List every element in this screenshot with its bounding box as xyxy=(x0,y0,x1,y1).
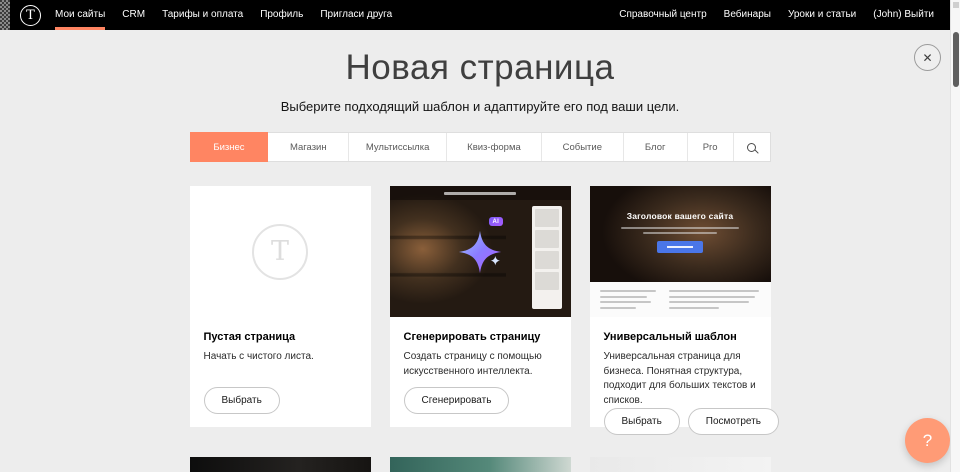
template-preview-universal: Заголовок вашего сайта xyxy=(590,186,771,317)
topbar-item-webinars[interactable]: Вебинары xyxy=(724,0,771,30)
topbar: T Мои сайты CRM Тарифы и оплата Профиль … xyxy=(0,0,950,30)
ai-badge: AI xyxy=(489,217,503,226)
template-preview xyxy=(590,457,771,472)
select-button[interactable]: Выбрать xyxy=(604,408,680,435)
template-category-tabs: Бизнес Магазин Мультиссылка Квиз-форма С… xyxy=(190,132,771,162)
preview-header-strip xyxy=(390,186,571,200)
tab-shop[interactable]: Магазин xyxy=(268,133,349,161)
topbar-item-tariffs[interactable]: Тарифы и оплата xyxy=(162,0,243,30)
template-preview xyxy=(190,457,371,472)
template-card-blank[interactable]: T Пустая страница Начать с чистого листа… xyxy=(190,186,371,427)
scrollbar[interactable] xyxy=(950,0,960,472)
preview-hero-section: Заголовок вашего сайта xyxy=(590,186,771,282)
decor-text-line xyxy=(621,227,739,229)
tilda-watermark-letter: T xyxy=(271,236,289,267)
scrollbar-up-arrow[interactable] xyxy=(953,2,959,8)
panel-row xyxy=(535,230,559,248)
template-card-row2-3[interactable] xyxy=(590,457,771,472)
card-title: Пустая страница xyxy=(204,331,357,343)
template-card-ai-generate[interactable]: AI Сгенерировать страницу Создать страни… xyxy=(390,186,571,427)
topbar-left-menu: T Мои сайты CRM Тарифы и оплата Профиль … xyxy=(20,0,409,30)
template-card-universal[interactable]: Заголовок вашего сайта xyxy=(590,186,771,427)
tab-quiz-form[interactable]: Квиз-форма xyxy=(447,133,542,161)
panel-row xyxy=(535,209,559,227)
tab-multilink[interactable]: Мультиссылка xyxy=(349,133,447,161)
card-title: Сгенерировать страницу xyxy=(404,331,557,343)
template-card-row2-1[interactable] xyxy=(190,457,371,472)
decor-text-line xyxy=(600,296,648,298)
scrollbar-thumb[interactable] xyxy=(953,32,959,87)
tab-search[interactable] xyxy=(734,133,770,161)
template-preview-blank: T xyxy=(190,186,371,317)
tab-pro[interactable]: Pro xyxy=(688,133,734,161)
preview-text-section xyxy=(590,282,771,317)
template-preview xyxy=(390,457,571,472)
card-description: Начать с чистого листа. xyxy=(204,350,357,365)
tab-event[interactable]: Событие xyxy=(542,133,624,161)
close-button[interactable]: ✕ xyxy=(914,44,941,71)
topbar-item-invite-friend[interactable]: Пригласи друга xyxy=(320,0,392,30)
decor-text-line xyxy=(600,307,637,309)
decor-text-line xyxy=(643,232,717,234)
tilda-watermark-icon: T xyxy=(252,224,308,280)
decor-text-line xyxy=(669,307,720,309)
tilda-logo-icon[interactable]: T xyxy=(20,5,41,26)
topbar-item-my-sites[interactable]: Мои сайты xyxy=(55,0,105,30)
decor-text-line xyxy=(600,290,656,292)
panel-row xyxy=(535,272,559,290)
card-title: Универсальный шаблон xyxy=(604,331,757,343)
preview-side-panel xyxy=(532,206,562,309)
decor-text-line xyxy=(669,301,750,303)
topbar-item-help-center[interactable]: Справочный центр xyxy=(619,0,706,30)
generate-button[interactable]: Сгенерировать xyxy=(404,387,510,414)
topbar-item-logout[interactable]: (John) Выйти xyxy=(873,0,934,30)
template-preview-ai: AI xyxy=(390,186,571,317)
help-button[interactable]: ? xyxy=(905,418,950,463)
card-description: Универсальная страница для бизнеса. Поня… xyxy=(604,350,757,408)
decor-text-line xyxy=(669,290,759,292)
preview-hero-title: Заголовок вашего сайта xyxy=(627,211,734,221)
page-title: Новая страница xyxy=(0,48,960,88)
topbar-right-menu: Справочный центр Вебинары Уроки и статьи… xyxy=(602,0,934,30)
close-icon: ✕ xyxy=(922,52,932,64)
search-icon xyxy=(747,143,756,152)
template-card-row2-2[interactable] xyxy=(390,457,571,472)
page-subtitle: Выберите подходящий шаблон и адаптируйте… xyxy=(0,99,960,114)
tab-business[interactable]: Бизнес xyxy=(190,132,269,162)
decor-text-line xyxy=(600,301,652,303)
card-description: Создать страницу с помощью искусственног… xyxy=(404,350,557,379)
decor-text-line xyxy=(669,296,755,298)
topbar-item-profile[interactable]: Профиль xyxy=(260,0,303,30)
select-button[interactable]: Выбрать xyxy=(204,387,280,414)
decor-text-line xyxy=(444,192,516,195)
topbar-item-crm[interactable]: CRM xyxy=(122,0,145,30)
preview-cta-button xyxy=(657,241,703,253)
topbar-edge-texture xyxy=(0,0,10,30)
panel-row xyxy=(535,251,559,269)
ai-sparkle-icon xyxy=(457,229,503,275)
page-head: Новая страница Выберите подходящий шабло… xyxy=(0,48,960,114)
template-grid: T Пустая страница Начать с чистого листа… xyxy=(190,186,771,472)
tab-blog[interactable]: Блог xyxy=(624,133,688,161)
view-button[interactable]: Посмотреть xyxy=(688,408,779,435)
topbar-item-lessons[interactable]: Уроки и статьи xyxy=(788,0,856,30)
